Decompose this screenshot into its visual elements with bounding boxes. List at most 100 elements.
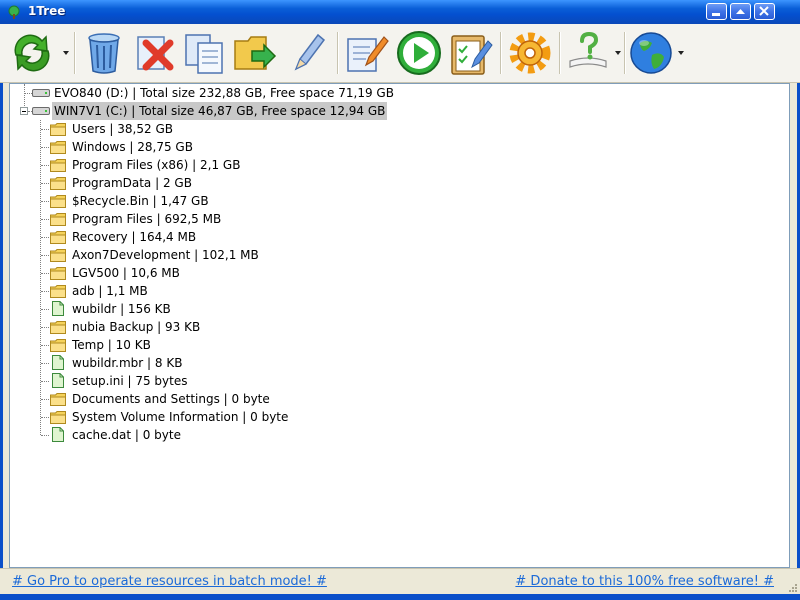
maximize-button[interactable] bbox=[730, 3, 751, 20]
tree-node-label: ProgramData | 2 GB bbox=[72, 176, 192, 190]
tree-node-label: Documents and Settings | 0 byte bbox=[72, 392, 270, 406]
tree-connector bbox=[41, 435, 49, 436]
rename-button[interactable] bbox=[286, 29, 332, 77]
folder-icon bbox=[50, 159, 66, 172]
tree-connector bbox=[41, 201, 49, 202]
run-button[interactable] bbox=[396, 29, 442, 77]
tree-connector bbox=[41, 417, 49, 418]
folder-tree[interactable]: EVO840 (D:) | Total size 232,88 GB, Free… bbox=[9, 83, 790, 568]
folder-icon bbox=[50, 339, 66, 352]
minimize-button[interactable] bbox=[706, 3, 727, 20]
tree-connector bbox=[41, 363, 49, 364]
refresh-icon bbox=[14, 34, 50, 72]
globe-icon bbox=[630, 32, 672, 74]
toolbar-separator bbox=[624, 32, 626, 74]
toolbar-separator bbox=[559, 32, 561, 74]
toolbar-separator bbox=[500, 32, 502, 74]
tree-node-label: adb | 1,1 MB bbox=[72, 284, 148, 298]
tree-node-label: Recovery | 164,4 MB bbox=[72, 230, 197, 244]
tree-connector bbox=[41, 399, 49, 400]
folder-icon bbox=[50, 123, 66, 136]
go-pro-link[interactable]: # Go Pro to operate resources in batch m… bbox=[12, 574, 327, 589]
folder-icon bbox=[50, 195, 66, 208]
tree-node-label: Program Files | 692,5 MB bbox=[72, 212, 222, 226]
tree-connector bbox=[41, 273, 49, 274]
tree-node-label: LGV500 | 10,6 MB bbox=[72, 266, 180, 280]
folder-icon bbox=[50, 411, 66, 424]
checklist-button[interactable] bbox=[448, 29, 494, 77]
checklist-icon bbox=[451, 35, 493, 75]
refresh-button[interactable] bbox=[10, 29, 56, 77]
folder-icon bbox=[50, 267, 66, 280]
file-icon bbox=[52, 427, 64, 442]
edit-icon bbox=[347, 36, 389, 72]
toolbar bbox=[0, 24, 800, 83]
tree-node-label: $Recycle.Bin | 1,47 GB bbox=[72, 194, 209, 208]
delete-button[interactable] bbox=[132, 29, 178, 77]
move-button[interactable] bbox=[232, 29, 278, 77]
tree-connector bbox=[41, 165, 49, 166]
tree-node-label: nubia Backup | 93 KB bbox=[72, 320, 201, 334]
tree-node-label: wubildr.mbr | 8 KB bbox=[72, 356, 183, 370]
toolbar-separator bbox=[74, 32, 76, 74]
tree-connector bbox=[41, 309, 49, 310]
help-icon bbox=[569, 31, 607, 68]
tree-connector bbox=[41, 345, 49, 346]
folder-icon bbox=[50, 177, 66, 190]
title-bar[interactable]: 1Tree bbox=[0, 0, 800, 24]
play-icon bbox=[397, 31, 441, 75]
donate-link[interactable]: # Donate to this 100% free software! # bbox=[515, 574, 774, 589]
tree-connector bbox=[41, 147, 49, 148]
toolbar-separator bbox=[337, 32, 339, 74]
close-button[interactable] bbox=[754, 3, 775, 20]
resize-grip-icon[interactable] bbox=[787, 582, 798, 593]
pencil-icon bbox=[294, 33, 326, 71]
tree-node-label: cache.dat | 0 byte bbox=[72, 428, 181, 442]
close-icon bbox=[759, 6, 769, 16]
tree-node-label: Axon7Development | 102,1 MB bbox=[72, 248, 259, 262]
folder-icon bbox=[50, 249, 66, 262]
drive-icon bbox=[32, 89, 50, 97]
tree-connector bbox=[41, 183, 49, 184]
tree-node-label: Program Files (x86) | 2,1 GB bbox=[72, 158, 241, 172]
recycle-bin-button[interactable] bbox=[82, 29, 128, 77]
file-icon bbox=[52, 373, 64, 388]
folder-icon bbox=[50, 141, 66, 154]
folder-icon bbox=[50, 285, 66, 298]
tree-node-label: Windows | 28,75 GB bbox=[72, 140, 193, 154]
tree-connector bbox=[41, 291, 49, 292]
web-dropdown-arrow[interactable] bbox=[678, 51, 684, 55]
folder-icon bbox=[50, 393, 66, 406]
help-button[interactable] bbox=[566, 29, 612, 77]
collapse-toggle[interactable] bbox=[20, 107, 28, 115]
copy-button[interactable] bbox=[182, 29, 228, 77]
tree-node-label: EVO840 (D:) | Total size 232,88 GB, Free… bbox=[54, 86, 394, 100]
delete-icon bbox=[137, 36, 174, 71]
move-icon bbox=[234, 36, 277, 70]
window-border-left bbox=[0, 24, 3, 594]
tree-node-label: wubildr | 156 KB bbox=[72, 302, 171, 316]
app-icon bbox=[8, 5, 20, 19]
folder-icon bbox=[50, 231, 66, 244]
drive-icon bbox=[32, 107, 50, 115]
edit-button[interactable] bbox=[344, 29, 390, 77]
tree-node-label: Users | 38,52 GB bbox=[72, 122, 173, 136]
chevron-up-icon bbox=[736, 9, 745, 14]
tree-connector bbox=[41, 381, 49, 382]
gear-icon bbox=[509, 32, 551, 74]
copy-icon bbox=[185, 34, 223, 74]
settings-button[interactable] bbox=[507, 29, 553, 77]
refresh-dropdown-arrow[interactable] bbox=[63, 51, 69, 55]
status-bar: # Go Pro to operate resources in batch m… bbox=[0, 568, 800, 595]
window-border-bottom bbox=[0, 594, 800, 600]
tree-node-label: WIN7V1 (C:) | Total size 46,87 GB, Free … bbox=[52, 102, 388, 120]
help-dropdown-arrow[interactable] bbox=[615, 51, 621, 55]
window-title: 1Tree bbox=[28, 4, 66, 18]
tree-connector bbox=[41, 129, 49, 130]
tree-connector bbox=[41, 255, 49, 256]
folder-icon bbox=[50, 213, 66, 226]
tree-node-label: System Volume Information | 0 byte bbox=[72, 410, 289, 424]
tree-connector bbox=[41, 237, 49, 238]
tree-connector bbox=[41, 219, 49, 220]
web-button[interactable] bbox=[628, 29, 674, 77]
